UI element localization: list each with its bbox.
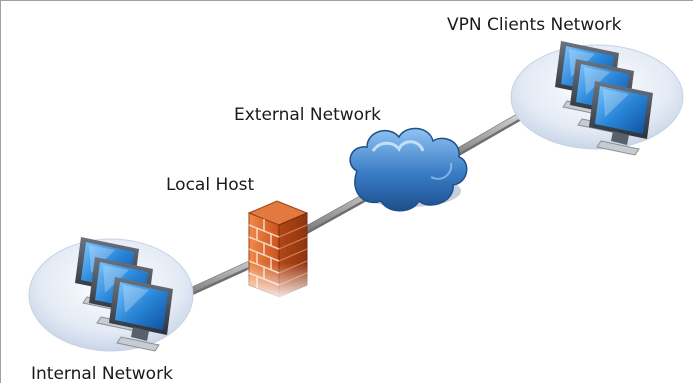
diagram-frame: VPN Clients Network External Network Loc… — [0, 0, 693, 383]
external-network-label: External Network — [234, 105, 381, 125]
external-network-node: External Network — [234, 105, 468, 212]
vpn-clients-label: VPN Clients Network — [447, 15, 622, 35]
firewall-icon — [247, 200, 309, 299]
network-cables — [175, 109, 530, 301]
internal-network-node: Internal Network — [28, 236, 194, 383]
network-diagram: VPN Clients Network External Network Loc… — [28, 15, 684, 383]
internal-network-label: Internal Network — [31, 364, 173, 383]
local-host-label: Local Host — [166, 175, 255, 195]
cloud-icon — [349, 127, 468, 212]
